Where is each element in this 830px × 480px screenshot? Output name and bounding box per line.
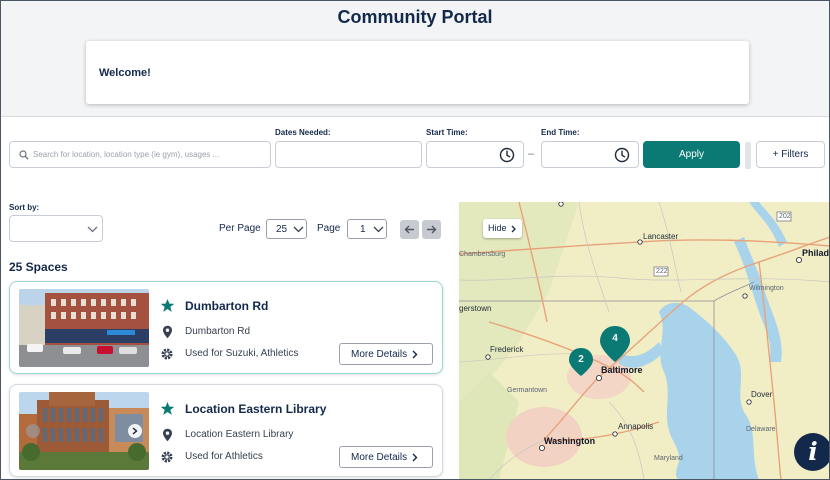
results-count: 25 Spaces (9, 260, 68, 274)
per-page-select[interactable]: 25 (266, 219, 307, 239)
end-time-input[interactable] (541, 141, 639, 168)
search-placeholder: Search for location, location type (ie g… (33, 150, 220, 159)
start-time-label: Start Time: (426, 128, 468, 137)
hide-map-button[interactable]: Hide (483, 219, 522, 238)
clock-icon (499, 147, 515, 163)
more-details-label: More Details (351, 452, 408, 463)
map-label-germantown: Germantown (507, 387, 548, 394)
space-usage: Used for Athletics (185, 451, 263, 462)
route-222-label: 222 (656, 268, 668, 275)
welcome-text: Welcome! (99, 67, 151, 79)
next-page-button[interactable] (422, 220, 441, 239)
info-icon: i (808, 437, 818, 466)
image-next-button[interactable] (128, 424, 142, 438)
space-name: Dumbarton Rd (185, 299, 269, 313)
star-icon (160, 401, 175, 415)
chevron-down-icon (87, 226, 98, 233)
star-icon (160, 298, 175, 312)
map-label-wilmington: Wilmington (749, 285, 784, 292)
page-label: Page (317, 223, 341, 234)
space-photo (19, 392, 149, 470)
space-photo (19, 289, 149, 367)
map-label-annapolis: Annapolis (618, 422, 654, 431)
image-prev-button[interactable] (26, 424, 40, 438)
start-time-input[interactable] (426, 141, 524, 168)
space-name: Location Eastern Library (185, 402, 327, 416)
arrow-left-icon (404, 225, 414, 234)
location-pin-icon (163, 325, 172, 339)
map-label-delaware: Delaware (746, 426, 776, 433)
end-time-label: End Time: (541, 128, 580, 137)
page-title: Community Portal (337, 7, 493, 27)
map-label-hagerstown: gerstown (459, 304, 492, 313)
location-pin-icon (163, 428, 172, 442)
page-select[interactable]: 1 (347, 219, 387, 239)
clock-icon (614, 147, 630, 163)
chevron-right-icon (511, 225, 516, 233)
sort-label: Sort by: (9, 203, 40, 212)
dates-input[interactable] (275, 141, 422, 168)
time-separator: – (528, 148, 535, 160)
welcome-card: Welcome! (86, 41, 749, 104)
sort-select[interactable] (9, 215, 103, 242)
page-value: 1 (360, 224, 366, 235)
header-area: Community Portal Welcome! (0, 0, 830, 116)
apply-button[interactable]: Apply (643, 141, 740, 168)
search-icon (19, 150, 29, 160)
arrow-right-icon (427, 225, 437, 234)
divider (0, 116, 830, 117)
search-input[interactable]: Search for location, location type (ie g… (9, 141, 271, 168)
more-details-button[interactable]: More Details (339, 343, 433, 365)
dates-label: Dates Needed: (275, 128, 331, 137)
chevron-down-icon (293, 226, 304, 233)
info-button[interactable]: i (794, 433, 830, 471)
chevron-down-icon (373, 226, 384, 233)
filters-button[interactable]: + Filters (756, 141, 825, 168)
map-label-philadelphia: Philad (802, 248, 830, 258)
per-page-label: Per Page (219, 223, 261, 234)
gear-icon (161, 451, 173, 463)
map-label-washington: Washington (544, 436, 596, 446)
map-label-dover: Dover (751, 390, 773, 399)
map-label-frederick: Frederick (490, 345, 524, 354)
prev-page-button[interactable] (400, 220, 419, 239)
chevron-right-icon (412, 453, 418, 462)
chevron-right-icon (412, 350, 418, 359)
cluster-count: 4 (612, 333, 618, 344)
chevron-right-icon (132, 427, 138, 435)
map-label-lancaster: Lancaster (643, 232, 679, 241)
space-usage: Used for Suzuki, Athletics (185, 348, 299, 359)
more-details-button[interactable]: More Details (339, 446, 433, 468)
map-label-baltimore: Baltimore (601, 365, 643, 375)
space-address: Dumbarton Rd (185, 326, 251, 337)
map-label-chambersburg: Chambersburg (459, 251, 506, 258)
per-page-value: 25 (276, 224, 288, 235)
space-address: Location Eastern Library (185, 429, 294, 440)
space-card[interactable]: Location Eastern Library Location Easter… (9, 384, 443, 477)
toolbar-separator (745, 142, 751, 169)
more-details-label: More Details (351, 349, 408, 360)
space-card[interactable]: Dumbarton Rd Dumbarton Rd Used for Suzuk… (9, 281, 443, 374)
map-background (459, 202, 830, 480)
map-view[interactable]: 202 222 Philad Lancaster Chambersburg Wi… (459, 202, 830, 480)
gear-icon (161, 348, 173, 360)
hide-map-label: Hide (488, 223, 507, 233)
route-202-label: 202 (779, 213, 791, 220)
map-label-maryland: Maryland (654, 455, 683, 462)
cluster-count: 2 (578, 354, 584, 365)
